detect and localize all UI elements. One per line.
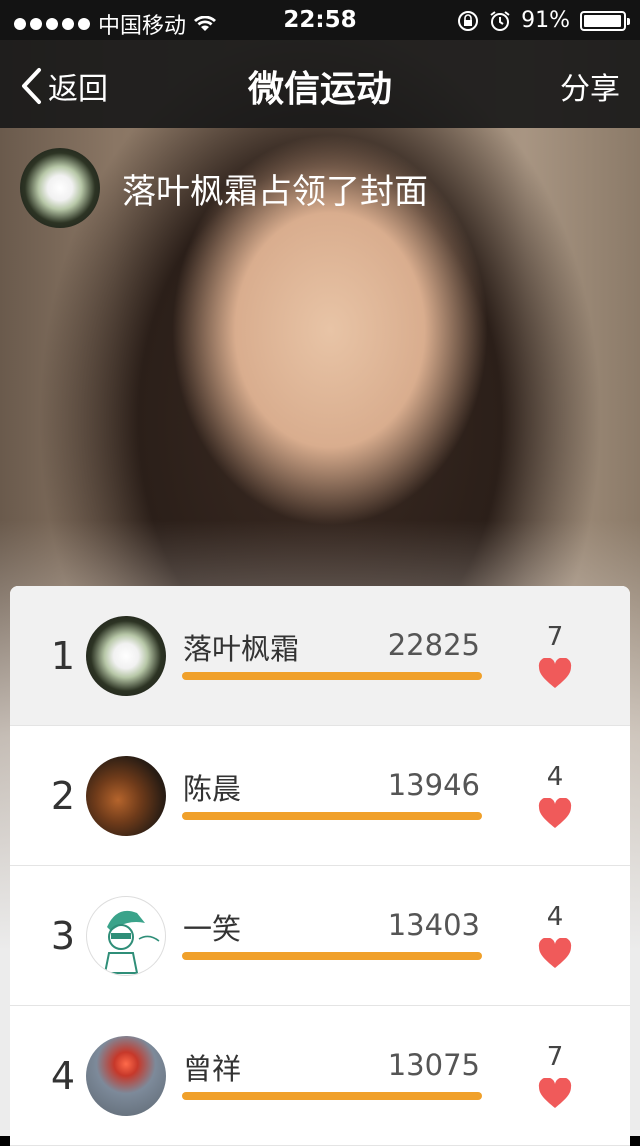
step-count: 13403 [387,908,480,942]
user-name: 落叶枫霜 [183,632,300,666]
rank-number: 4 [50,1054,76,1098]
step-count: 13946 [387,768,480,802]
status-bar: 中国移动 22:58 91% [0,0,640,40]
status-right: 91% [457,8,630,33]
like-count: 7 [546,622,564,652]
cover-owner-text: 落叶枫霜占领了封面 [122,171,428,212]
user-name: 陈晨 [183,772,242,806]
rotation-lock-icon [458,10,479,31]
battery-icon [580,10,630,31]
page-title: 微信运动 [247,69,392,110]
cover-owner[interactable]: 落叶枫霜占领了封面 [20,148,428,228]
avatar[interactable] [86,616,166,696]
step-count: 22825 [387,628,480,662]
like-count: 7 [546,1042,564,1072]
navigation-bar: 返回 微信运动 分享 [0,40,640,128]
step-progress-bar [182,952,482,960]
rank-number: 2 [50,774,76,818]
alarm-icon [490,10,510,31]
like-count: 4 [546,762,564,792]
avatar[interactable] [86,756,166,836]
rank-number: 3 [50,914,76,958]
step-count: 13075 [387,1048,480,1082]
heart-icon[interactable] [538,658,572,690]
ranking-row[interactable]: 3 一笑 13403 4 [10,866,630,1006]
share-button[interactable]: 分享 [560,64,620,108]
avatar[interactable] [86,1036,166,1116]
battery-percent: 91% [521,8,570,33]
user-name: 曾祥 [183,1052,242,1086]
avatar[interactable] [86,896,166,976]
ranking-row[interactable]: 2 陈晨 13946 4 [10,726,630,866]
user-name: 一笑 [183,912,242,946]
step-progress-bar [182,1092,482,1100]
ranking-row[interactable]: 1 落叶枫霜 22825 7 [10,586,630,726]
avatar[interactable] [20,148,100,228]
heart-icon[interactable] [538,938,572,970]
ranking-row[interactable]: 4 曾祥 13075 7 [10,1006,630,1146]
rank-number: 1 [50,634,76,678]
ranking-list: 1 落叶枫霜 22825 7 2 陈晨 13946 4 3 一笑 13403 4… [10,586,630,1146]
step-progress-bar [182,812,482,820]
heart-icon[interactable] [538,798,572,830]
like-count: 4 [546,902,564,932]
step-progress-bar [182,672,482,680]
heart-icon[interactable] [538,1078,572,1110]
cartoon-avatar-icon [103,910,160,974]
